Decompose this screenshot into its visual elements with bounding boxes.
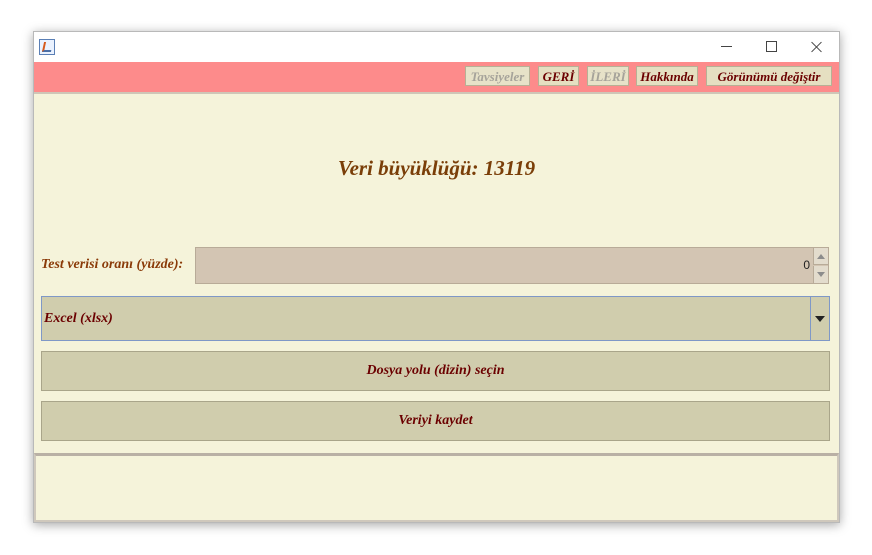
select-path-button[interactable]: Dosya yolu (dizin) seçin — [41, 351, 830, 391]
about-button[interactable]: Hakkında — [636, 66, 698, 86]
app-window: Tavsiyeler GERİ İLERİ Hakkında Görünümü … — [33, 31, 840, 523]
file-format-value[interactable]: Excel (xlsx) — [44, 311, 113, 327]
test-ratio-label: Test verisi oranı (yüzde): — [41, 257, 184, 272]
maximize-button[interactable] — [749, 32, 794, 62]
dropdown-arrow-icon[interactable] — [810, 297, 829, 340]
spinner-down-icon[interactable] — [813, 266, 828, 283]
test-ratio-value[interactable]: 0 — [803, 258, 810, 272]
spinner-up-icon[interactable] — [813, 248, 828, 265]
data-size-heading: Veri büyüklüğü: 13119 — [337, 156, 536, 180]
save-data-button[interactable]: Veriyi kaydet — [41, 401, 830, 441]
minimize-button[interactable] — [704, 32, 749, 62]
file-format-select[interactable]: Excel (xlsx) — [41, 296, 830, 341]
maximize-icon — [766, 41, 777, 52]
minimize-icon — [721, 46, 732, 47]
app-icon — [39, 39, 55, 55]
title-bar[interactable] — [34, 32, 839, 62]
recommendations-button[interactable]: Tavsiyeler — [465, 66, 530, 86]
status-area — [34, 453, 839, 522]
toolbar: Tavsiyeler GERİ İLERİ Hakkında Görünümü … — [34, 62, 839, 94]
change-view-button[interactable]: Görünümü değiştir — [706, 66, 832, 86]
test-ratio-spinner[interactable]: 0 — [195, 247, 829, 284]
forward-button[interactable]: İLERİ — [587, 66, 629, 86]
close-button[interactable] — [794, 32, 839, 62]
back-button[interactable]: GERİ — [538, 66, 579, 86]
